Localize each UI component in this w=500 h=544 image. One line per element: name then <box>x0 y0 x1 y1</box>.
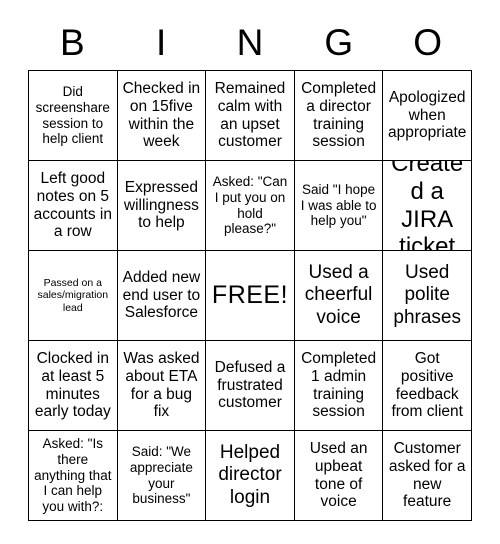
header-letter-b: B <box>60 21 85 63</box>
bingo-cell[interactable]: Completed a director training session <box>294 71 384 161</box>
bingo-cell-label: Was asked about ETA for a bug fix <box>123 349 200 421</box>
bingo-cell[interactable]: Checked in on 15five within the week <box>117 71 207 161</box>
bingo-cell-label: Said: "We appreciate your business" <box>129 444 193 507</box>
bingo-cell[interactable]: Passed on a sales/migration lead <box>29 251 118 341</box>
bingo-cell[interactable]: Apologized when appropriate <box>383 71 472 161</box>
bingo-cell-label: Asked: "Is there anything that I can hel… <box>34 436 112 514</box>
bingo-cell-label: Left good notes on 5 accounts in a row <box>33 169 112 241</box>
bingo-cell[interactable]: Used a cheerful voice <box>294 251 384 341</box>
bingo-cell-label: Created a JIRA ticket <box>391 161 464 251</box>
bingo-cell[interactable]: Created a JIRA ticket <box>383 161 472 251</box>
bingo-cell[interactable]: Did screenshare session to help client <box>29 71 118 161</box>
bingo-cell[interactable]: Left good notes on 5 accounts in a row <box>29 161 118 251</box>
bingo-cell-label: Apologized when appropriate <box>387 88 467 142</box>
bingo-cell[interactable]: Was asked about ETA for a bug fix <box>117 341 207 431</box>
bingo-cell-label: Got positive feedback from client <box>391 349 463 421</box>
bingo-cell[interactable]: Got positive feedback from client <box>383 341 472 431</box>
bingo-cell-label: Used polite phrases <box>393 262 461 328</box>
bingo-cell-label: Helped director login <box>218 442 282 508</box>
bingo-grid: Did screenshare session to help client C… <box>28 70 472 521</box>
header-letter-i: I <box>156 21 167 63</box>
bingo-cell-label: Expressed willingness to help <box>123 178 199 232</box>
bingo-cell-label: FREE! <box>211 281 289 309</box>
bingo-header: B I N G O <box>28 14 472 70</box>
bingo-cell-label: Passed on a sales/migration lead <box>37 276 109 314</box>
bingo-cell-label: Completed a director training session <box>301 79 377 151</box>
bingo-cell[interactable]: Expressed willingness to help <box>117 161 207 251</box>
bingo-cell-label: Added new end user to Salesforce <box>122 268 201 322</box>
bingo-cell-label: Customer asked for a new feature <box>388 439 466 511</box>
bingo-cell-label: Used an upbeat tone of voice <box>309 439 368 511</box>
bingo-cell-label: Said "I hope I was able to help you" <box>300 182 377 229</box>
bingo-cell-label: Completed 1 admin training session <box>301 349 377 421</box>
bingo-cell[interactable]: Completed 1 admin training session <box>294 341 384 431</box>
header-letter-g: G <box>324 21 354 63</box>
bingo-cell-label: Asked: "Can I put you on hold please?" <box>212 174 288 237</box>
bingo-cell[interactable]: Customer asked for a new feature <box>383 431 472 521</box>
bingo-cell-label: Used a cheerful voice <box>304 262 373 328</box>
header-letter-n: N <box>236 21 264 63</box>
bingo-cell[interactable]: Asked: "Is there anything that I can hel… <box>29 431 118 521</box>
bingo-cell[interactable]: Said "I hope I was able to help you" <box>294 161 384 251</box>
bingo-cell-label: Defused a frustrated customer <box>214 358 286 412</box>
bingo-cell-label: Did screenshare session to help client <box>35 84 110 147</box>
bingo-cell-label: Remained calm with an upset customer <box>214 79 286 151</box>
bingo-cell[interactable]: Asked: "Can I put you on hold please?" <box>206 161 295 251</box>
bingo-cell[interactable]: Defused a frustrated customer <box>206 341 295 431</box>
header-letter-o: O <box>413 21 442 63</box>
bingo-cell[interactable]: Used polite phrases <box>383 251 472 341</box>
bingo-cell[interactable]: Helped director login <box>206 431 295 521</box>
bingo-cell[interactable]: Remained calm with an upset customer <box>206 71 295 161</box>
bingo-cell-label: Checked in on 15five within the week <box>122 79 201 151</box>
bingo-cell-free[interactable]: FREE! <box>206 251 295 341</box>
bingo-cell-label: Clocked in at least 5 minutes early toda… <box>34 349 111 421</box>
bingo-card: B I N G O Did screenshare session to hel… <box>28 14 472 521</box>
bingo-cell[interactable]: Used an upbeat tone of voice <box>294 431 384 521</box>
bingo-cell[interactable]: Said: "We appreciate your business" <box>117 431 207 521</box>
bingo-cell[interactable]: Added new end user to Salesforce <box>117 251 207 341</box>
bingo-cell[interactable]: Clocked in at least 5 minutes early toda… <box>29 341 118 431</box>
